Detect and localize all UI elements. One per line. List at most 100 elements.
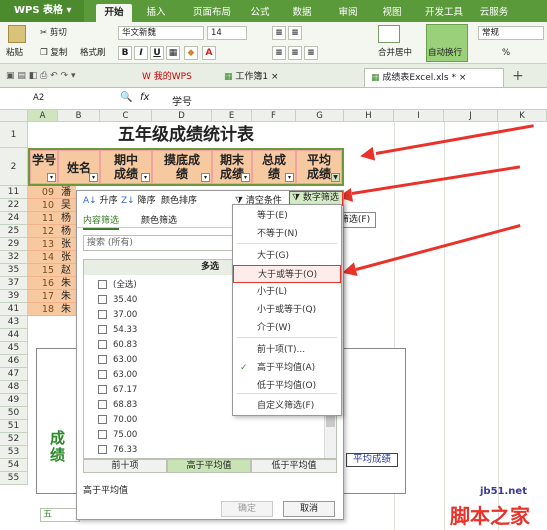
checkbox[interactable] [98, 385, 107, 394]
menu-item[interactable]: 自定义筛选(F) [233, 397, 341, 415]
color-sort-button[interactable]: 颜色排序 [161, 193, 197, 206]
filter-active-icon[interactable]: ▼ [331, 173, 340, 182]
header-baseline[interactable]: 摸底成绩 ▾ [152, 150, 212, 184]
menu-item[interactable]: 小于或等于(Q) [233, 301, 341, 319]
row-header[interactable]: 41 [0, 303, 28, 316]
row-header[interactable]: 55 [0, 472, 28, 485]
row-header[interactable]: 2 [0, 148, 28, 186]
filter-value-item[interactable]: 67.17 [98, 383, 137, 398]
align-top-icon[interactable]: ≡ [272, 26, 286, 40]
filter-search-input[interactable]: 搜索 (所有) [83, 235, 235, 251]
col-header-f[interactable]: F [252, 110, 296, 122]
bold-button[interactable]: B [118, 46, 132, 60]
row-header[interactable]: 44 [0, 329, 28, 342]
checkbox[interactable] [98, 295, 107, 304]
filter-dropdown-icon[interactable]: ▾ [285, 173, 294, 182]
zoom-icon[interactable]: 🔍 [120, 92, 132, 103]
italic-button[interactable]: I [134, 46, 148, 60]
tab-cloud[interactable]: 云服务 [474, 4, 514, 22]
tab-developer[interactable]: 开发工具 [418, 4, 470, 22]
cell-student-id[interactable]: 16 [28, 277, 58, 290]
filter-dropdown-icon[interactable]: ▾ [241, 173, 250, 182]
col-header-i[interactable]: I [394, 110, 444, 122]
col-header-a[interactable]: A [28, 110, 58, 122]
filter-value-item[interactable]: 70.00 [98, 413, 137, 428]
number-format-select[interactable]: 常规 [478, 26, 544, 40]
filter-value-item[interactable]: 63.00 [98, 368, 137, 383]
fx-button[interactable]: fx [140, 92, 149, 103]
filter-dropdown-icon[interactable]: ▾ [201, 173, 210, 182]
checkbox[interactable] [98, 430, 107, 439]
cell-student-name[interactable]: 吴 [58, 199, 76, 212]
filter-value-item[interactable]: 63.00 [98, 353, 137, 368]
col-header-j[interactable]: J [444, 110, 498, 122]
ok-button[interactable]: 确定 [221, 501, 273, 517]
new-tab-button[interactable]: + [512, 68, 524, 84]
align-right-icon[interactable]: ≡ [304, 46, 318, 60]
tab-insert[interactable]: 插入 [140, 4, 172, 22]
above-average-button[interactable]: 高于平均值 [167, 459, 251, 473]
close-icon[interactable]: × [459, 73, 467, 83]
checkbox[interactable] [98, 310, 107, 319]
row-header[interactable]: 47 [0, 368, 28, 381]
menu-item[interactable]: 前十项(T)... [233, 341, 341, 359]
cell-student-id[interactable]: 14 [28, 251, 58, 264]
row-header[interactable]: 35 [0, 264, 28, 277]
corner-cell[interactable] [0, 110, 28, 122]
menu-item[interactable]: 介于(W) [233, 319, 341, 337]
underline-button[interactable]: U [150, 46, 164, 60]
cell-student-name[interactable]: 张 [58, 238, 76, 251]
format-painter-button[interactable]: 格式刷 [80, 46, 106, 60]
checkbox[interactable] [98, 415, 107, 424]
row-header[interactable]: 32 [0, 251, 28, 264]
checkbox[interactable] [98, 340, 107, 349]
fill-color-icon[interactable]: ◆ [184, 46, 198, 60]
row-header[interactable]: 39 [0, 290, 28, 303]
formula-input[interactable]: 学号 [172, 93, 192, 108]
row-header[interactable]: 25 [0, 225, 28, 238]
filter-value-item[interactable]: 54.33 [98, 323, 137, 338]
row-header[interactable]: 51 [0, 420, 28, 433]
menu-item[interactable]: 大于或等于(O) [233, 265, 341, 283]
align-center-icon[interactable]: ≡ [288, 46, 302, 60]
merge-center-button[interactable]: 合并居中 [378, 46, 412, 60]
header-student-id[interactable]: 学号 ▾ [30, 150, 58, 184]
header-average[interactable]: 平均成绩 ▼ [296, 150, 342, 184]
cell-student-name[interactable]: 杨 [58, 225, 76, 238]
align-middle-icon[interactable]: ≡ [288, 26, 302, 40]
cell-student-id[interactable]: 09 [28, 186, 58, 199]
row-header[interactable]: 37 [0, 277, 28, 290]
checkbox[interactable] [98, 325, 107, 334]
cell-student-name[interactable]: 朱 [58, 303, 76, 316]
checkbox[interactable] [98, 400, 107, 409]
cell-student-name[interactable]: 潘 [58, 186, 76, 199]
cell-student-id[interactable]: 13 [28, 238, 58, 251]
sheet-title[interactable]: 五年级成绩统计表 [28, 122, 344, 148]
filter-dropdown-icon[interactable]: ▾ [47, 173, 56, 182]
menu-item[interactable]: 不等于(N) [233, 225, 341, 243]
app-menu-button[interactable]: WPS 表格 ▾ [0, 0, 84, 22]
cell-student-id[interactable]: 11 [28, 212, 58, 225]
cell-student-name[interactable]: 朱 [58, 290, 76, 303]
row-header[interactable]: 24 [0, 212, 28, 225]
tab-view[interactable]: 视图 [376, 4, 408, 22]
checkbox[interactable] [98, 370, 107, 379]
row-header[interactable]: 49 [0, 394, 28, 407]
menu-item[interactable]: 小于(L) [233, 283, 341, 301]
percent-button[interactable]: % [502, 46, 510, 60]
row-header[interactable]: 11 [0, 186, 28, 199]
filter-value-item[interactable]: 60.83 [98, 338, 137, 353]
quick-access-icons[interactable]: ▣ ▤ ◧ ⎙ ↶ ↷ ▾ [6, 71, 75, 81]
menu-item[interactable]: 等于(E) [233, 207, 341, 225]
menu-item[interactable]: 低于平均值(O) [233, 377, 341, 395]
sheet-tab[interactable]: 五 [40, 508, 80, 522]
tab-review[interactable]: 审阅 [332, 4, 364, 22]
row-header[interactable]: 29 [0, 238, 28, 251]
cell-student-name[interactable]: 朱 [58, 277, 76, 290]
doc-tab-score-table[interactable]: ▦ 成绩表Excel.xls * × [364, 68, 504, 87]
sort-asc-button[interactable]: A↓ 升序 [83, 193, 118, 206]
row-header[interactable]: 1 [0, 122, 28, 148]
close-icon[interactable]: × [271, 72, 279, 82]
cell-student-name[interactable]: 张 [58, 251, 76, 264]
filter-value-item[interactable]: 37.00 [98, 308, 137, 323]
